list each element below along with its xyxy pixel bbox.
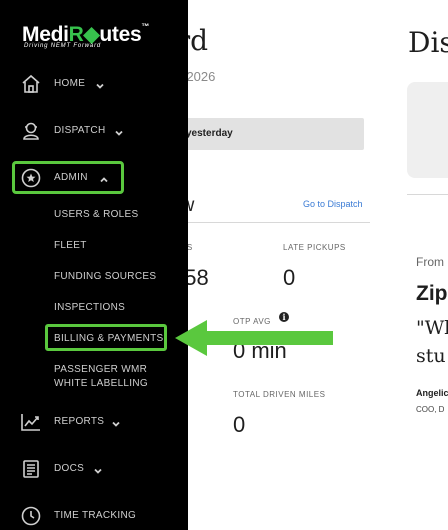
testimonial-company: Zip bbox=[416, 282, 448, 305]
home-icon bbox=[20, 73, 42, 95]
testimonial-quote-line1: "Wl bbox=[416, 317, 448, 339]
sidebar-item-label: HOME bbox=[54, 78, 86, 89]
go-to-dispatch-link[interactable]: Go to Dispatch bbox=[303, 199, 363, 209]
document-icon bbox=[20, 458, 42, 480]
sidebar-subitem-funding-sources[interactable]: FUNDING SOURCES bbox=[54, 271, 156, 282]
sidebar-item-docs[interactable]: DOCS bbox=[0, 454, 188, 484]
testimonial-from-label: From bbox=[416, 255, 444, 269]
total-driven-miles-value: 0 bbox=[233, 412, 246, 437]
billing-highlight-box bbox=[45, 324, 167, 351]
period-selector[interactable]: yesterday bbox=[160, 118, 364, 150]
total-driven-miles-label: TOTAL DRIVEN MILES bbox=[233, 390, 326, 399]
mediroutes-logo[interactable]: MediR◆utes™ Driving NEMT Forward bbox=[22, 22, 150, 49]
logo-tagline: Driving NEMT Forward bbox=[24, 43, 102, 49]
testimonial-author: Angelic bbox=[416, 388, 448, 398]
chevron-down-icon[interactable] bbox=[114, 125, 124, 136]
testimonial-author-role: COO, D bbox=[416, 405, 445, 414]
pointer-arrow-icon bbox=[175, 320, 333, 356]
sidebar-item-time-tracking[interactable]: TIME TRACKING bbox=[0, 501, 188, 530]
period-yesterday-button[interactable]: yesterday bbox=[186, 128, 233, 139]
sidebar-item-dispatch[interactable]: DISPATCH bbox=[0, 116, 188, 146]
sidebar-subitem-passenger-wmr[interactable]: PASSENGER WMR bbox=[54, 364, 147, 375]
logo-text-utes: utes bbox=[99, 23, 142, 46]
chart-icon bbox=[20, 411, 42, 433]
sidebar-item-label: TIME TRACKING bbox=[54, 510, 137, 521]
sidebar-item-label: REPORTS bbox=[54, 416, 105, 427]
dispatch-card bbox=[407, 82, 448, 178]
late-pickups-value: 0 bbox=[283, 265, 296, 290]
sidebar-subitem-white-labelling[interactable]: WHITE LABELLING bbox=[54, 378, 148, 389]
sidebar-subitem-users-roles[interactable]: USERS & ROLES bbox=[54, 209, 138, 220]
overview-divider bbox=[160, 222, 370, 223]
sidebar: MediR◆utes™ Driving NEMT Forward HOME DI… bbox=[0, 0, 188, 530]
chevron-down-icon[interactable] bbox=[93, 463, 103, 474]
clock-icon bbox=[20, 505, 42, 527]
late-pickups-label: LATE PICKUPS bbox=[283, 243, 346, 252]
sidebar-subitem-fleet[interactable]: FLEET bbox=[54, 240, 87, 251]
dispatch-icon bbox=[20, 120, 42, 142]
admin-highlight-box bbox=[12, 161, 124, 194]
sidebar-item-reports[interactable]: REPORTS bbox=[0, 407, 188, 437]
trademark-mark: ™ bbox=[141, 22, 150, 31]
right-divider bbox=[407, 194, 448, 195]
chevron-down-icon[interactable] bbox=[111, 416, 121, 427]
chevron-down-icon[interactable] bbox=[95, 78, 105, 89]
sidebar-subitem-inspections[interactable]: INSPECTIONS bbox=[54, 302, 125, 313]
sidebar-item-label: DOCS bbox=[54, 463, 85, 474]
sidebar-item-home[interactable]: HOME bbox=[0, 69, 188, 99]
testimonial-quote-line2: stu bbox=[416, 345, 446, 367]
sidebar-item-label: DISPATCH bbox=[54, 125, 106, 136]
dispatch-title: Dis bbox=[408, 26, 448, 59]
